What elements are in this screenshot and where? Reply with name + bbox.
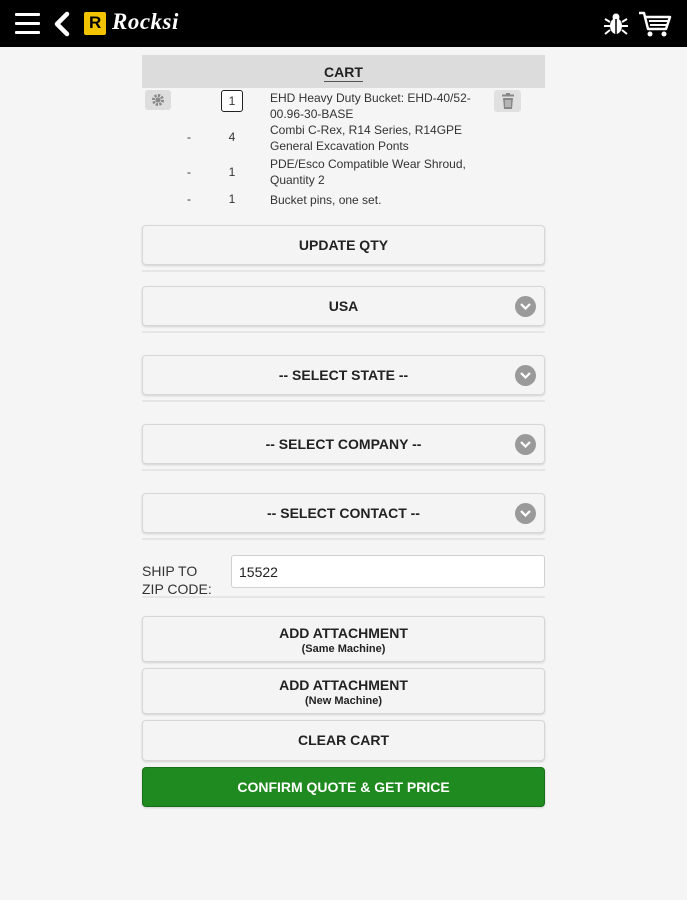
country-select-value: USA [328, 298, 359, 314]
add-attachment-new-label: ADD ATTACHMENT [279, 677, 408, 693]
confirm-quote-button[interactable]: CONFIRM QUOTE & GET PRICE [142, 767, 545, 807]
rocksi-logo-icon [84, 12, 106, 35]
item-settings-button[interactable] [145, 90, 171, 110]
top-bar: Rocksi [0, 0, 687, 47]
cart-subitem: - 1 Bucket pins, one set. [142, 191, 545, 211]
subitem-description: Bucket pins, one set. [270, 193, 382, 207]
subitem-description: Combi C-Rex, R14 Series, R14GPE General … [270, 123, 463, 153]
company-select[interactable]: -- SELECT COMPANY -- [142, 424, 545, 464]
item-description: EHD Heavy Duty Bucket: EHD-40/52-00.96-3… [270, 91, 471, 121]
divider [142, 469, 545, 471]
cart-item: 1 EHD Heavy Duty Bucket: EHD-40/52-00.96… [142, 88, 545, 122]
divider [142, 538, 545, 540]
cart-panel: CART 1 EHD Heavy Duty Bucket: EHD-40/52-… [142, 55, 545, 807]
app-logo-text: Rocksi [112, 9, 179, 34]
zip-code-label: SHIP TO ZIP CODE: [142, 562, 212, 598]
company-select-value: -- SELECT COMPANY -- [265, 436, 422, 452]
chevron-down-icon [515, 296, 536, 317]
divider [142, 331, 545, 333]
cart-icon[interactable] [638, 10, 672, 38]
subitem-description: PDE/Esco Compatible Wear Shroud, Quantit… [270, 157, 466, 187]
subitem-dash: - [187, 192, 191, 206]
cart-header: CART [142, 55, 545, 88]
subitem-quantity: 1 [228, 192, 236, 206]
contact-select[interactable]: -- SELECT CONTACT -- [142, 493, 545, 533]
add-attachment-same-sublabel: (Same Machine) [301, 643, 386, 655]
zip-code-input[interactable] [231, 555, 545, 588]
country-select[interactable]: USA [142, 286, 545, 326]
divider [142, 596, 545, 598]
cart-subitem: - 4 Combi C-Rex, R14 Series, R14GPE Gene… [142, 122, 545, 155]
add-attachment-new-sublabel: (New Machine) [304, 695, 382, 707]
chevron-down-icon [515, 365, 536, 386]
delete-item-button[interactable] [494, 90, 521, 112]
item-quantity-input[interactable]: 1 [221, 90, 243, 112]
subitem-quantity: 4 [228, 130, 236, 144]
contact-select-value: -- SELECT CONTACT -- [267, 505, 420, 521]
back-arrow-icon[interactable] [52, 11, 72, 37]
add-attachment-new-machine-button[interactable]: ADD ATTACHMENT (New Machine) [142, 668, 545, 714]
hamburger-menu-icon[interactable] [15, 13, 40, 34]
state-select[interactable]: -- SELECT STATE -- [142, 355, 545, 395]
state-select-value: -- SELECT STATE -- [278, 367, 409, 383]
cart-subitem: - 1 PDE/Esco Compatible Wear Shroud, Qua… [142, 155, 545, 191]
bug-report-icon[interactable] [603, 11, 629, 37]
clear-cart-button[interactable]: CLEAR CART [142, 720, 545, 761]
update-qty-button[interactable]: UPDATE QTY [142, 225, 545, 265]
add-attachment-same-label: ADD ATTACHMENT [279, 625, 408, 641]
chevron-down-icon [515, 503, 536, 524]
chevron-down-icon [515, 434, 536, 455]
zip-label-line1: SHIP TO [142, 563, 198, 579]
cart-title: CART [324, 64, 363, 82]
add-attachment-same-machine-button[interactable]: ADD ATTACHMENT (Same Machine) [142, 616, 545, 662]
subitem-dash: - [187, 130, 191, 144]
divider [142, 400, 545, 402]
subitem-dash: - [187, 165, 191, 179]
gear-icon [152, 94, 164, 106]
trash-icon [501, 93, 514, 109]
divider [142, 270, 545, 272]
subitem-quantity: 1 [228, 165, 236, 179]
